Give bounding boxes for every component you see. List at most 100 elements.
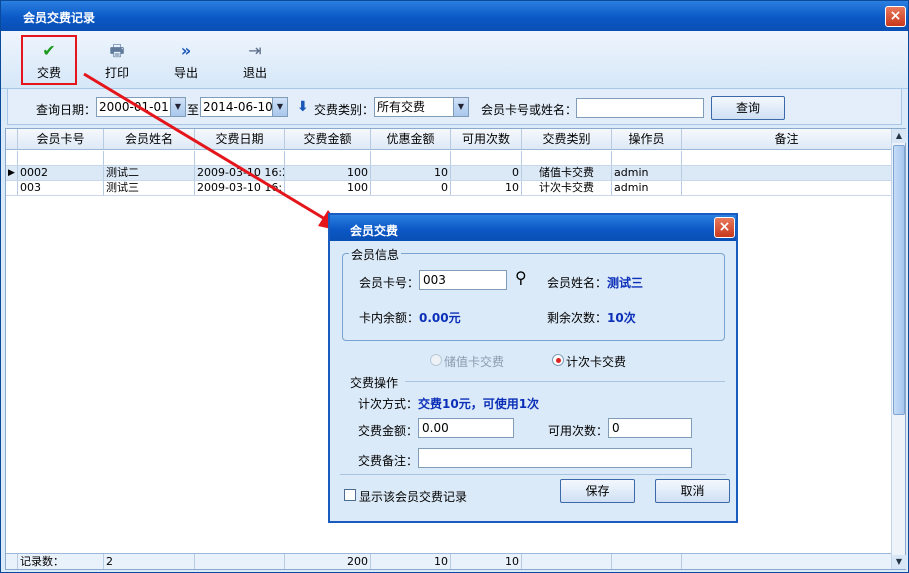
filter-row[interactable] (6, 151, 892, 166)
column-header[interactable]: 备注 (682, 129, 892, 149)
print-button[interactable]: 🖶 打印 (89, 37, 145, 85)
pay-operation-label: 交费操作 (350, 376, 399, 390)
method-label: 计次方式： (358, 397, 419, 411)
divider (405, 381, 725, 382)
cell-operator[interactable]: admin (612, 181, 682, 195)
query-button[interactable]: 查询 (711, 96, 785, 120)
pay-amount-label: 交费金额： (358, 424, 419, 438)
cell-card[interactable]: 003 (18, 181, 104, 195)
remaining-value: 10次 (607, 311, 636, 325)
window-title: 会员交费记录 (23, 11, 96, 25)
dialog-title: 会员交费 (350, 224, 399, 238)
pay-type-select[interactable]: 所有交费 ▼ (374, 97, 469, 117)
date-label: 查询日期： (36, 103, 97, 117)
window-close-button[interactable]: × (885, 6, 906, 27)
show-records-checkbox[interactable] (344, 489, 356, 501)
available-times-label: 可用次数： (548, 424, 609, 438)
record-count-value: 2 (104, 554, 195, 569)
card-label: 会员卡号： (359, 276, 420, 290)
scrollbar-thumb[interactable] (893, 145, 905, 415)
column-header[interactable]: 优惠金额 (371, 129, 451, 149)
balance-label: 卡内余额： (359, 311, 420, 325)
dialog-close-button[interactable]: × (714, 217, 735, 238)
cell-name[interactable]: 测试二 (104, 166, 195, 180)
table-footer: 记录数： 2 200 10 10 (6, 553, 892, 569)
dialog-titlebar: 会员交费 × (330, 215, 736, 241)
cell-card[interactable]: 0002 (18, 166, 104, 180)
column-header[interactable]: 交费金额 (285, 129, 371, 149)
cell-type[interactable]: 计次卡交费 (522, 181, 612, 195)
chevron-down-icon[interactable]: ▼ (272, 98, 287, 116)
total-times: 10 (451, 554, 522, 569)
cell-count[interactable]: 10 (451, 181, 522, 195)
column-header[interactable]: 会员卡号 (18, 129, 104, 149)
check-icon: ✔ (42, 41, 56, 60)
count-card-radio-label: 计次卡交费 (566, 355, 627, 369)
date-to-picker[interactable]: 2014-06-10 ▼ (200, 97, 288, 117)
pay-note-input[interactable] (418, 448, 692, 468)
date-from-value: 2000-01-01 (99, 100, 169, 114)
cell-name[interactable]: 测试三 (104, 181, 195, 195)
table-row[interactable]: ▶ 0002 测试二 2009-03-10 16:2 100 10 0 储值卡交… (6, 166, 892, 181)
chevron-down-icon[interactable]: ▼ (170, 98, 185, 116)
save-button[interactable]: 保存 (560, 479, 635, 503)
cancel-button[interactable]: 取消 (655, 479, 730, 503)
row-pointer-icon: ▶ (6, 166, 18, 180)
member-name-value: 测试三 (607, 276, 644, 290)
pay-button[interactable]: ✔ 交费 (21, 35, 77, 85)
method-value: 交费10元，可使用1次 (418, 397, 540, 411)
exit-icon: ⇥ (248, 41, 262, 60)
available-times-input[interactable]: 0 (608, 418, 692, 438)
toolbar: ✔ 交费 🖶 打印 » 导出 ⇥ 退出 (1, 31, 908, 89)
column-header[interactable]: 交费日期 (195, 129, 285, 149)
exit-button-label: 退出 (242, 66, 267, 80)
cell-note[interactable] (682, 166, 892, 180)
printer-icon: 🖶 (109, 41, 125, 60)
total-discount: 10 (371, 554, 451, 569)
count-card-radio[interactable] (552, 354, 564, 366)
to-label: 至 (187, 103, 200, 117)
remaining-label: 剩余次数： (547, 311, 608, 325)
exit-button[interactable]: ⇥ 退出 (227, 37, 283, 85)
type-label: 交费类别： (314, 103, 375, 117)
member-info-group: 会员信息 会员卡号： 003 ⚲ 会员姓名： 测试三 卡内余额： 0.00元 剩… (342, 246, 725, 341)
scroll-up-icon[interactable]: ▲ (892, 129, 906, 143)
pay-type-value: 所有交费 (377, 100, 426, 114)
pay-button-label: 交费 (36, 66, 61, 80)
down-arrow-icon[interactable]: ⬇ (297, 99, 309, 115)
card-search-input[interactable] (576, 98, 704, 118)
cell-amount[interactable]: 100 (285, 181, 371, 195)
cell-operator[interactable]: admin (612, 166, 682, 180)
pay-amount-input[interactable]: 0.00 (418, 418, 514, 438)
vertical-scrollbar[interactable]: ▲ ▼ (891, 129, 906, 569)
column-header[interactable]: 会员姓名 (104, 129, 195, 149)
member-info-group-label: 会员信息 (349, 246, 402, 263)
member-card-input[interactable]: 003 (419, 270, 507, 290)
column-header[interactable]: 操作员 (612, 129, 682, 149)
cell-discount[interactable]: 0 (371, 181, 451, 195)
export-button[interactable]: » 导出 (158, 37, 214, 85)
search-icon[interactable]: ⚲ (515, 268, 527, 287)
cell-discount[interactable]: 10 (371, 166, 451, 180)
column-header[interactable]: 可用次数 (451, 129, 522, 149)
total-amount: 200 (285, 554, 371, 569)
chevron-down-icon[interactable]: ▼ (453, 98, 468, 116)
cell-amount[interactable]: 100 (285, 166, 371, 180)
member-pay-dialog: 会员交费 × 会员信息 会员卡号： 003 ⚲ 会员姓名： 测试三 卡内余额： … (328, 213, 738, 523)
member-name-label: 会员姓名： (547, 276, 608, 290)
filter-bar: 查询日期： 2000-01-01 ▼ 至 2014-06-10 ▼ ⬇ 交费类别… (7, 89, 902, 125)
show-records-label: 显示该会员交费记录 (359, 490, 468, 504)
export-button-label: 导出 (173, 66, 198, 80)
cell-date[interactable]: 2009-03-10 16:2 (195, 166, 285, 180)
date-from-picker[interactable]: 2000-01-01 ▼ (96, 97, 186, 117)
stored-card-radio[interactable] (430, 354, 442, 366)
cell-date[interactable]: 2009-03-10 16: (195, 181, 285, 195)
table-row[interactable]: 003 测试三 2009-03-10 16: 100 0 10 计次卡交费 ad… (6, 181, 892, 196)
cell-type[interactable]: 储值卡交费 (522, 166, 612, 180)
column-header[interactable]: 交费类别 (522, 129, 612, 149)
record-count-label: 记录数： (18, 554, 104, 569)
scroll-down-icon[interactable]: ▼ (892, 555, 906, 569)
cell-count[interactable]: 0 (451, 166, 522, 180)
divider (340, 474, 726, 475)
cell-note[interactable] (682, 181, 892, 195)
